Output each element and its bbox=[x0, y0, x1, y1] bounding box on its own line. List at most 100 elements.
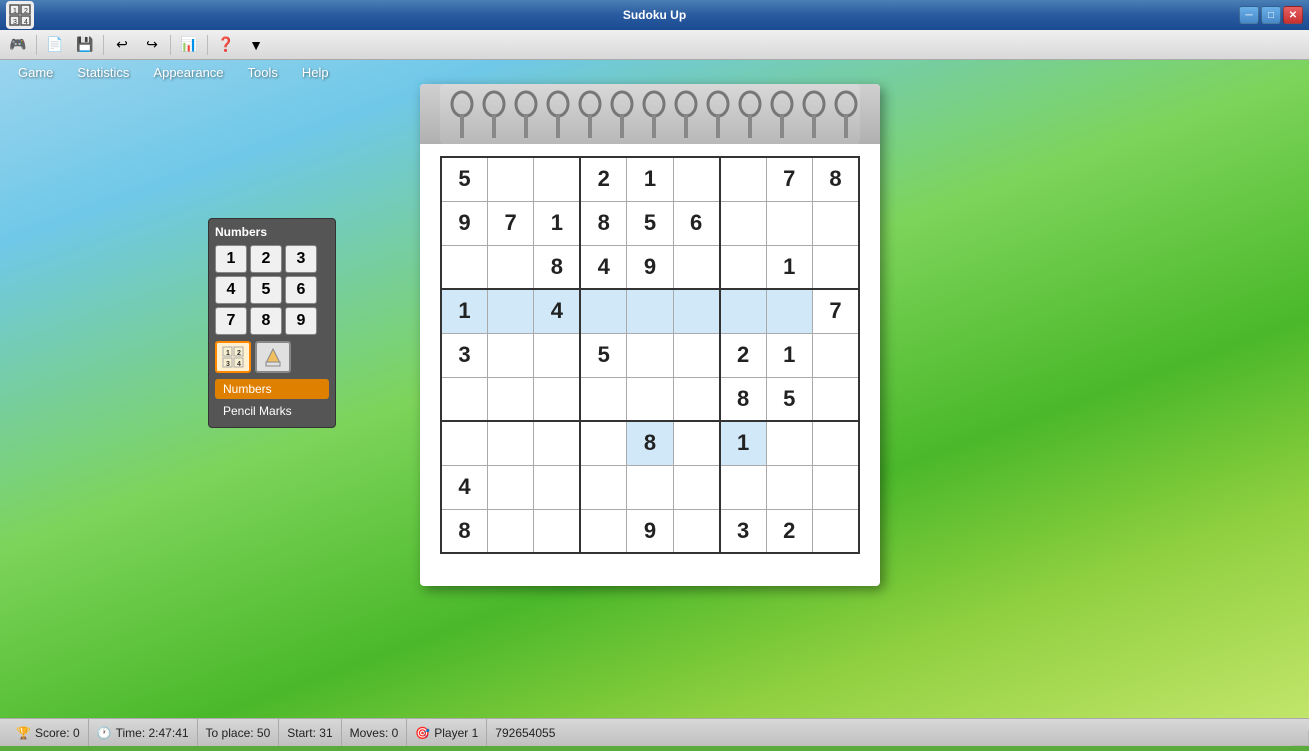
cell-3-2[interactable]: 4 bbox=[534, 289, 580, 333]
cell-7-7[interactable] bbox=[766, 465, 812, 509]
cell-3-4[interactable] bbox=[627, 289, 673, 333]
cell-4-8[interactable] bbox=[813, 333, 860, 377]
num-btn-8[interactable]: 8 bbox=[250, 307, 282, 335]
cell-1-4[interactable]: 5 bbox=[627, 201, 673, 245]
cell-3-0[interactable]: 1 bbox=[441, 289, 487, 333]
cell-0-6[interactable] bbox=[720, 157, 766, 201]
cell-3-3[interactable] bbox=[580, 289, 626, 333]
numbers-mode-icon[interactable]: 1 2 3 4 bbox=[215, 341, 251, 373]
cell-6-5[interactable] bbox=[673, 421, 719, 465]
menu-game[interactable]: Game bbox=[8, 63, 63, 82]
cell-2-2[interactable]: 8 bbox=[534, 245, 580, 289]
cell-4-5[interactable] bbox=[673, 333, 719, 377]
num-btn-5[interactable]: 5 bbox=[250, 276, 282, 304]
cell-0-5[interactable] bbox=[673, 157, 719, 201]
close-button[interactable]: ✕ bbox=[1283, 6, 1303, 24]
cell-7-0[interactable]: 4 bbox=[441, 465, 487, 509]
cell-6-0[interactable] bbox=[441, 421, 487, 465]
toolbar-stats-icon[interactable]: 📊 bbox=[175, 33, 203, 57]
cell-4-1[interactable] bbox=[487, 333, 533, 377]
cell-1-2[interactable]: 1 bbox=[534, 201, 580, 245]
cell-3-6[interactable] bbox=[720, 289, 766, 333]
cell-3-5[interactable] bbox=[673, 289, 719, 333]
cell-4-6[interactable]: 2 bbox=[720, 333, 766, 377]
cell-2-3[interactable]: 4 bbox=[580, 245, 626, 289]
cell-2-0[interactable] bbox=[441, 245, 487, 289]
cell-5-1[interactable] bbox=[487, 377, 533, 421]
cell-6-2[interactable] bbox=[534, 421, 580, 465]
num-btn-2[interactable]: 2 bbox=[250, 245, 282, 273]
cell-1-7[interactable] bbox=[766, 201, 812, 245]
cell-4-4[interactable] bbox=[627, 333, 673, 377]
cell-7-1[interactable] bbox=[487, 465, 533, 509]
cell-0-8[interactable]: 8 bbox=[813, 157, 860, 201]
cell-1-3[interactable]: 8 bbox=[580, 201, 626, 245]
menu-tools[interactable]: Tools bbox=[238, 63, 288, 82]
cell-7-5[interactable] bbox=[673, 465, 719, 509]
cell-7-8[interactable] bbox=[813, 465, 860, 509]
num-btn-1[interactable]: 1 bbox=[215, 245, 247, 273]
cell-8-3[interactable] bbox=[580, 509, 626, 553]
cell-6-4[interactable]: 8 bbox=[627, 421, 673, 465]
cell-5-2[interactable] bbox=[534, 377, 580, 421]
cell-2-5[interactable] bbox=[673, 245, 719, 289]
cell-5-4[interactable] bbox=[627, 377, 673, 421]
cell-0-3[interactable]: 2 bbox=[580, 157, 626, 201]
cell-8-4[interactable]: 9 bbox=[627, 509, 673, 553]
num-btn-3[interactable]: 3 bbox=[285, 245, 317, 273]
cell-4-3[interactable]: 5 bbox=[580, 333, 626, 377]
cell-2-7[interactable]: 1 bbox=[766, 245, 812, 289]
cell-3-1[interactable] bbox=[487, 289, 533, 333]
cell-8-2[interactable] bbox=[534, 509, 580, 553]
toolbar-undo-icon[interactable]: ↩ bbox=[108, 33, 136, 57]
cell-5-8[interactable] bbox=[813, 377, 860, 421]
num-btn-7[interactable]: 7 bbox=[215, 307, 247, 335]
mode-pencil-btn[interactable]: Pencil Marks bbox=[215, 401, 329, 421]
cell-5-3[interactable] bbox=[580, 377, 626, 421]
cell-5-6[interactable]: 8 bbox=[720, 377, 766, 421]
cell-7-2[interactable] bbox=[534, 465, 580, 509]
cell-0-7[interactable]: 7 bbox=[766, 157, 812, 201]
cell-6-8[interactable] bbox=[813, 421, 860, 465]
cell-8-6[interactable]: 3 bbox=[720, 509, 766, 553]
cell-0-2[interactable] bbox=[534, 157, 580, 201]
toolbar-redo-icon[interactable]: ↪ bbox=[138, 33, 166, 57]
menu-statistics[interactable]: Statistics bbox=[67, 63, 139, 82]
cell-4-7[interactable]: 1 bbox=[766, 333, 812, 377]
cell-2-1[interactable] bbox=[487, 245, 533, 289]
cell-4-0[interactable]: 3 bbox=[441, 333, 487, 377]
cell-5-5[interactable] bbox=[673, 377, 719, 421]
maximize-button[interactable]: □ bbox=[1261, 6, 1281, 24]
menu-appearance[interactable]: Appearance bbox=[143, 63, 233, 82]
minimize-button[interactable]: ─ bbox=[1239, 6, 1259, 24]
cell-2-4[interactable]: 9 bbox=[627, 245, 673, 289]
cell-8-8[interactable] bbox=[813, 509, 860, 553]
cell-1-6[interactable] bbox=[720, 201, 766, 245]
cell-7-6[interactable] bbox=[720, 465, 766, 509]
cell-0-0[interactable]: 5 bbox=[441, 157, 487, 201]
cell-7-3[interactable] bbox=[580, 465, 626, 509]
menu-help[interactable]: Help bbox=[292, 63, 339, 82]
cell-8-1[interactable] bbox=[487, 509, 533, 553]
cell-2-8[interactable] bbox=[813, 245, 860, 289]
num-btn-9[interactable]: 9 bbox=[285, 307, 317, 335]
mode-numbers-btn[interactable]: Numbers bbox=[215, 379, 329, 399]
cell-6-7[interactable] bbox=[766, 421, 812, 465]
cell-1-1[interactable]: 7 bbox=[487, 201, 533, 245]
resize-grip[interactable] bbox=[1293, 730, 1309, 746]
cell-0-1[interactable] bbox=[487, 157, 533, 201]
cell-6-3[interactable] bbox=[580, 421, 626, 465]
toolbar-game-icon[interactable]: 🎮 bbox=[4, 33, 32, 57]
cell-5-0[interactable] bbox=[441, 377, 487, 421]
cell-5-7[interactable]: 5 bbox=[766, 377, 812, 421]
cell-1-0[interactable]: 9 bbox=[441, 201, 487, 245]
cell-3-7[interactable] bbox=[766, 289, 812, 333]
num-btn-4[interactable]: 4 bbox=[215, 276, 247, 304]
cell-2-6[interactable] bbox=[720, 245, 766, 289]
num-btn-6[interactable]: 6 bbox=[285, 276, 317, 304]
cell-3-8[interactable]: 7 bbox=[813, 289, 860, 333]
toolbar-save-icon[interactable]: 💾 bbox=[71, 33, 99, 57]
toolbar-help-icon[interactable]: ❓ bbox=[212, 33, 240, 57]
eraser-icon[interactable] bbox=[255, 341, 291, 373]
cell-8-0[interactable]: 8 bbox=[441, 509, 487, 553]
